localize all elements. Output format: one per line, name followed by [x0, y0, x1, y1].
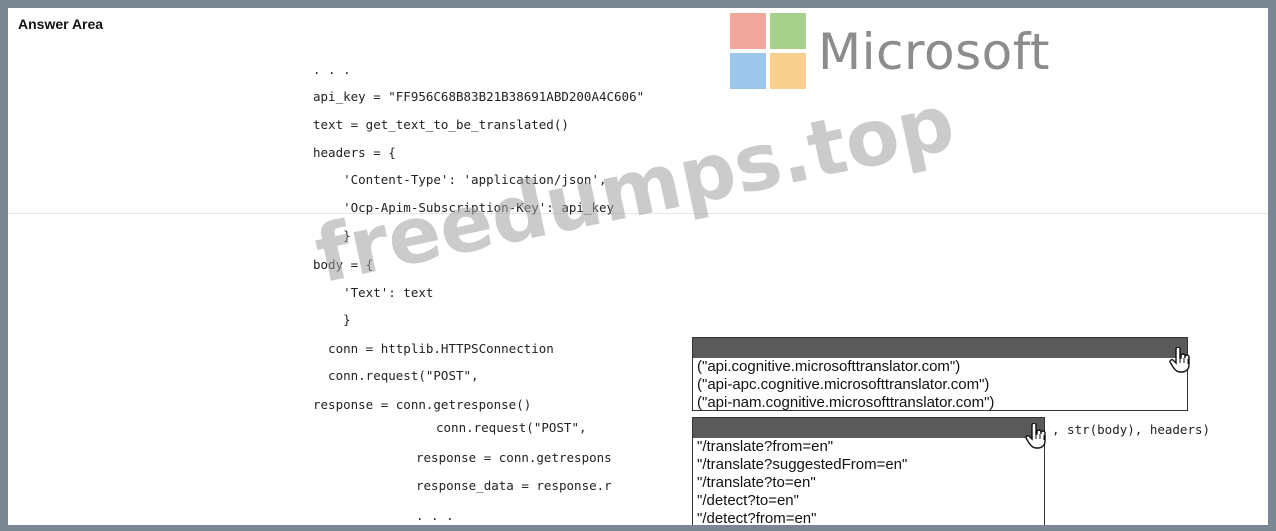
- logo-square-yellow: [770, 53, 806, 89]
- code-line: body = {: [313, 257, 374, 272]
- code-line: 'Content-Type': 'application/json',: [313, 172, 607, 187]
- code-line: conn = httplib.HTTPSConnection: [313, 341, 554, 356]
- code-line: . . .: [416, 508, 454, 523]
- logo-wordmark: Microsoft: [818, 23, 1051, 81]
- dropdown-option[interactable]: "/detect?to=en": [693, 492, 1044, 510]
- answer-area-title: Answer Area: [18, 16, 104, 32]
- code-line: conn.request("POST",: [436, 420, 587, 435]
- watermark: freedumps.top: [308, 77, 962, 302]
- dropdown-option[interactable]: "/translate?to=en": [693, 474, 1044, 492]
- dropdown-option[interactable]: "/translate?suggestedFrom=en": [693, 456, 1044, 474]
- route-dropdown[interactable]: "/translate?from=en" "/translate?suggest…: [692, 417, 1045, 525]
- code-line: headers = {: [313, 145, 396, 160]
- dropdown-option[interactable]: "/translate?from=en": [693, 438, 1044, 456]
- code-line: text = get_text_to_be_translated(): [313, 117, 569, 132]
- hand-pointer-icon: [1025, 423, 1046, 449]
- host-dropdown[interactable]: ("api.cognitive.microsofttranslator.com"…: [692, 337, 1188, 411]
- hand-pointer-icon: [1169, 347, 1190, 373]
- logo-square-blue: [730, 53, 766, 89]
- logo-square-red: [730, 13, 766, 49]
- dropdown-option[interactable]: ("api-nam.cognitive.microsofttranslator.…: [693, 394, 1187, 412]
- code-line: response = conn.getrespons: [416, 450, 612, 465]
- dropdown-option[interactable]: "/detect?from=en": [693, 510, 1044, 525]
- code-line: response_data = response.r: [416, 478, 612, 493]
- code-line: }: [313, 228, 351, 243]
- code-line: , str(body), headers): [1052, 422, 1211, 437]
- dropdown-option[interactable]: ("api-apc.cognitive.microsofttranslator.…: [693, 376, 1187, 394]
- divider: [8, 213, 1268, 214]
- code-line: api_key = "FF956C68B83B21B38691ABD200A4C…: [313, 89, 645, 104]
- code-line: 'Text': text: [313, 285, 434, 300]
- microsoft-logo: Microsoft: [730, 13, 1090, 103]
- code-line: conn.request("POST",: [313, 368, 479, 383]
- dropdown-header[interactable]: [693, 418, 1044, 438]
- dropdown-header[interactable]: [693, 338, 1187, 358]
- code-line: response = conn.getresponse(): [313, 397, 532, 412]
- code-line: }: [313, 312, 351, 327]
- code-line: . . .: [313, 62, 351, 77]
- code-line: 'Ocp-Apim-Subscription-Key': api_key: [313, 200, 615, 215]
- logo-square-green: [770, 13, 806, 49]
- dropdown-option[interactable]: ("api.cognitive.microsofttranslator.com"…: [693, 358, 1187, 376]
- answer-area-panel: Answer Area Microsoft . . . api_key = "F…: [0, 0, 1276, 531]
